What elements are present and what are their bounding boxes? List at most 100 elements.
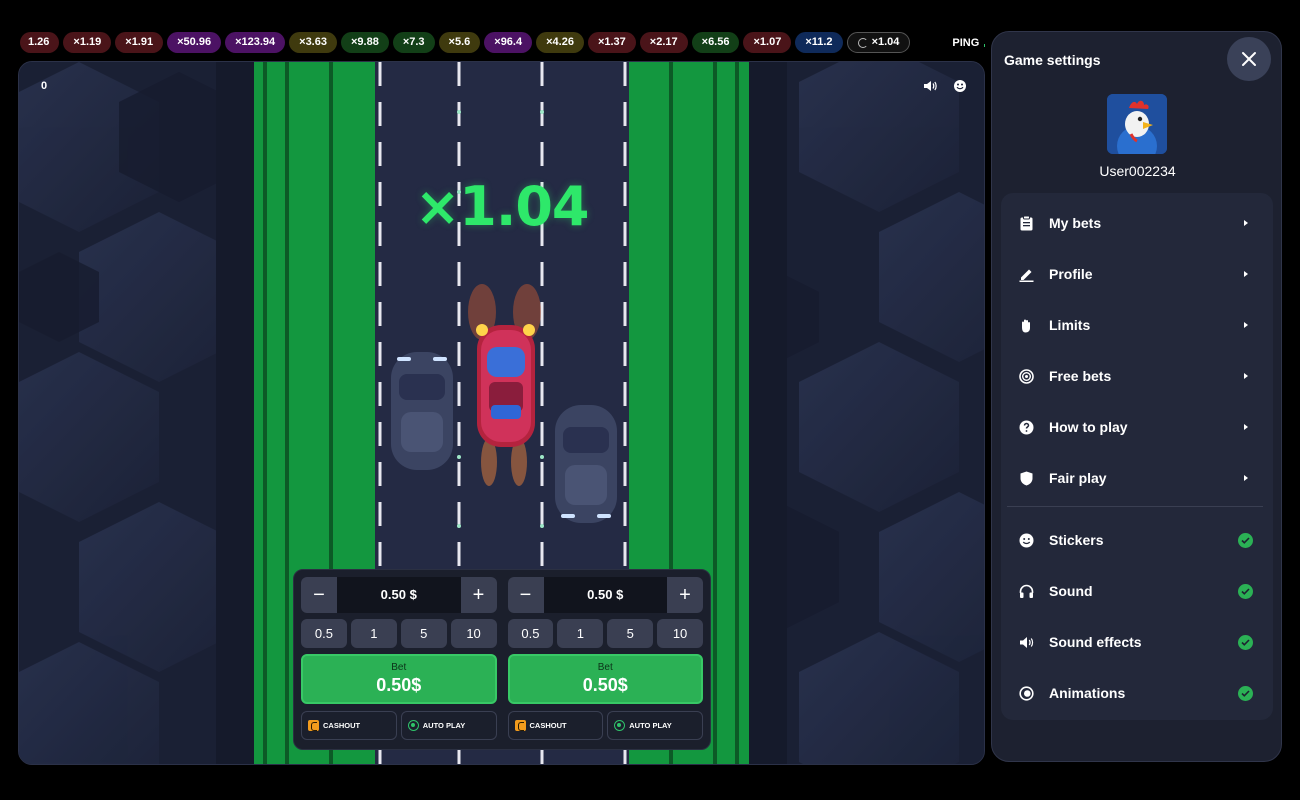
check-circle-icon [1238, 685, 1253, 701]
history-chip: ×11.2 [795, 32, 843, 53]
chevron-right-icon [1244, 373, 1248, 379]
bet-button-amount: 0.50$ [582, 675, 628, 695]
toggle-sound-effects[interactable]: Sound effects [1001, 617, 1273, 667]
cashout-icon [514, 720, 526, 731]
menu-item-label: Stickers [1049, 532, 1104, 548]
increase-bet-button[interactable]: + [460, 577, 497, 613]
chevron-right-icon [1244, 424, 1248, 430]
game-canvas[interactable]: 0 ×1.04 − 0.50 $ + 0.5 1 5 10 Bet 0.50$ [18, 61, 985, 765]
history-chip: ×1.37 [587, 32, 636, 53]
history-chip: ×3.63 [289, 32, 337, 53]
menu-item-label: Profile [1049, 266, 1093, 282]
decrease-bet-button[interactable]: − [507, 577, 544, 613]
cashout-icon [308, 720, 319, 731]
game-top-controls [922, 78, 968, 94]
bet-button-amount: 0.50$ [376, 675, 422, 695]
quick-amount-button[interactable]: 5 [607, 619, 654, 648]
menu-item-label: Animations [1049, 685, 1126, 701]
autoplay-icon [407, 720, 419, 731]
history-chip: ×1.07 [743, 32, 792, 53]
history-chip: ×2.17 [639, 32, 688, 53]
cashout-toggle[interactable]: CASHOUT [301, 711, 397, 740]
increase-bet-button[interactable]: + [667, 577, 703, 613]
autoplay-toggle[interactable]: AUTO PLAY [607, 711, 703, 740]
bet-amount-stepper: − 0.50 $ + [507, 577, 703, 613]
menu-item-how-to-play[interactable]: How to play [1001, 402, 1273, 452]
bet-amount-stepper: − 0.50 $ + [301, 577, 497, 613]
menu-item-label: Sound [1049, 583, 1093, 599]
menu-divider [1007, 506, 1263, 507]
history-chip: ×7.3 [392, 32, 435, 53]
history-chip-current: ×1.04 [846, 32, 911, 53]
quick-amount-button[interactable]: 1 [557, 619, 604, 648]
signal-bars-icon [984, 38, 985, 47]
bet-button-label: Bet [391, 662, 407, 673]
chevron-right-icon [1244, 475, 1248, 481]
history-chip: ×4.26 [536, 32, 584, 53]
history-chip: ×1.19 [63, 32, 112, 53]
check-circle-icon [1238, 532, 1253, 548]
history-chip: ×9.88 [340, 32, 389, 53]
bet-amount-input[interactable]: 0.50 $ [337, 577, 461, 613]
chevron-right-icon [1244, 220, 1248, 226]
bet-slot-2: − 0.50 $ + 0.5 1 5 10 Bet 0.50$ CASHOUT [507, 577, 703, 742]
cashout-toggle[interactable]: CASHOUT [507, 711, 604, 740]
toggle-stickers[interactable]: Stickers [1001, 515, 1273, 565]
menu-item-free-bets[interactable]: Free bets [1001, 351, 1273, 401]
traffic-car-left [391, 352, 453, 470]
history-chip: ×6.56 [691, 32, 740, 53]
settings-menu: My bets Profile Limits Free bets How to … [1001, 193, 1273, 720]
menu-item-label: Fair play [1049, 470, 1107, 486]
bet-slot-1: − 0.50 $ + 0.5 1 5 10 Bet 0.50$ CASHOUT [301, 577, 497, 742]
multiplier-history-bar: 1.26 ×1.19 ×1.91 ×50.96 ×123.94 ×3.63 ×9… [20, 31, 985, 54]
menu-item-label: Limits [1049, 317, 1091, 333]
avatar[interactable] [1107, 94, 1167, 154]
menu-item-label: Sound effects [1049, 634, 1142, 650]
username: User002234 [1099, 163, 1176, 179]
score-counter: 0 [41, 80, 48, 92]
shield-icon [1018, 470, 1034, 486]
sound-icon[interactable] [922, 78, 938, 94]
hand-icon [1018, 317, 1034, 333]
quick-amount-button[interactable]: 10 [657, 619, 703, 648]
pen-icon [1018, 266, 1034, 282]
menu-item-limits[interactable]: Limits [1001, 300, 1273, 350]
autoplay-toggle[interactable]: AUTO PLAY [400, 711, 497, 740]
settings-title: Game settings [1004, 52, 1101, 68]
headphones-icon [1018, 583, 1034, 599]
game-settings-panel: Game settings User002234 My bets Profile… [991, 31, 1282, 762]
quick-amount-button[interactable]: 1 [350, 619, 397, 648]
place-bet-button[interactable]: Bet 0.50$ [301, 654, 497, 704]
smile-icon [1018, 532, 1034, 548]
menu-item-my-bets[interactable]: My bets [1001, 198, 1273, 248]
quick-amount-button[interactable]: 5 [400, 619, 447, 648]
bet-amount-input[interactable]: 0.50 $ [544, 577, 668, 613]
ping-indicator: PING [952, 37, 985, 49]
check-circle-icon [1238, 634, 1253, 650]
menu-item-fair-play[interactable]: Fair play [1001, 453, 1273, 503]
close-button[interactable] [1227, 37, 1271, 81]
menu-item-label: How to play [1049, 419, 1128, 435]
loading-spinner-icon [857, 37, 868, 48]
history-chip: ×1.91 [115, 32, 164, 53]
quick-amount-button[interactable]: 10 [450, 619, 497, 648]
speaker-icon [1018, 634, 1034, 650]
bet-options: CASHOUT AUTO PLAY [301, 711, 497, 740]
history-chip: 1.26 [20, 32, 60, 53]
animation-icon [1018, 685, 1034, 701]
clipboard-icon [1018, 215, 1034, 231]
decrease-bet-button[interactable]: − [301, 577, 337, 613]
quick-amount-button[interactable]: 0.5 [507, 619, 554, 648]
bet-button-label: Bet [597, 662, 613, 673]
menu-item-label: My bets [1049, 215, 1102, 231]
check-circle-icon [1238, 583, 1253, 599]
toggle-animations[interactable]: Animations [1001, 668, 1273, 718]
place-bet-button[interactable]: Bet 0.50$ [507, 654, 703, 704]
emoji-icon[interactable] [952, 78, 968, 94]
toggle-sound[interactable]: Sound [1001, 566, 1273, 616]
menu-item-profile[interactable]: Profile [1001, 249, 1273, 299]
target-icon [1018, 368, 1034, 384]
history-chip: ×5.6 [438, 32, 481, 53]
quick-amount-button[interactable]: 0.5 [301, 619, 347, 648]
bet-panel: − 0.50 $ + 0.5 1 5 10 Bet 0.50$ CASHOUT [293, 569, 711, 750]
